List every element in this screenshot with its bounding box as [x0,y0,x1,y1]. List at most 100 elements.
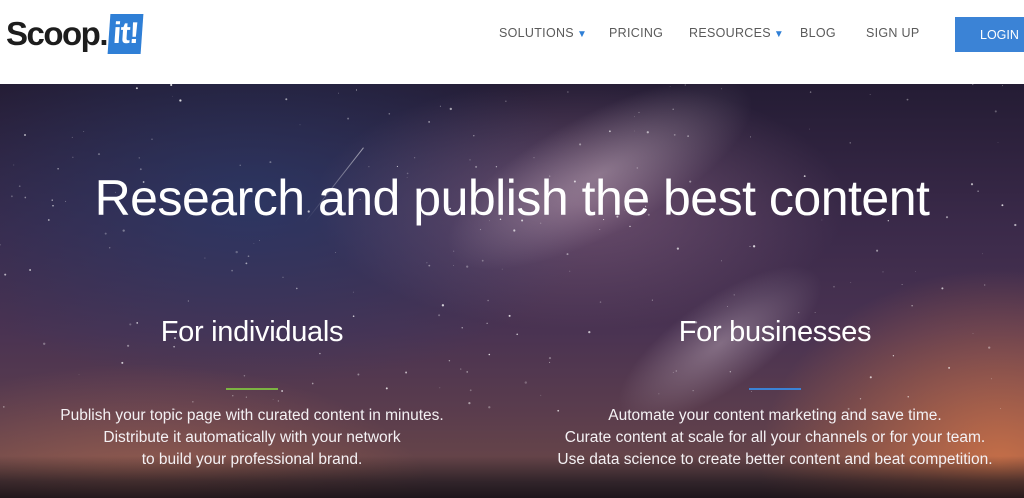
star [439,105,441,107]
star [488,406,491,409]
star [204,257,206,259]
individuals-column: For individuals Publish your topic page … [22,312,482,471]
star [245,262,248,265]
star [566,253,569,256]
star [187,300,189,302]
star [449,107,452,111]
star [638,111,640,114]
businesses-line: Use data science to create better conten… [557,451,993,468]
star [453,250,455,252]
star [170,84,173,87]
caret-down-icon: ▼ [773,29,785,40]
star [179,99,182,102]
star [388,113,391,115]
nav-signup[interactable]: SIGN UP [866,26,920,44]
star [982,253,983,255]
star [97,153,101,156]
star [488,353,491,356]
star [809,91,812,93]
star [634,116,635,118]
star [135,87,138,90]
star [479,228,482,231]
individuals-line: to build your professional brand. [141,451,363,468]
businesses-heading: For businesses [678,316,872,348]
star [505,100,507,102]
star [646,131,649,134]
star [104,232,107,235]
star [984,284,986,286]
star [906,98,909,101]
nav-pricing[interactable]: PRICING [609,26,663,44]
star [833,285,835,288]
star [809,128,810,130]
star [466,265,469,268]
nav-solutions-label: SOLUTIONS [499,26,574,40]
individuals-divider [226,388,278,390]
star [453,264,455,266]
star [151,138,153,140]
star [994,110,997,113]
businesses-line: Automate your content marketing and save… [608,407,942,424]
star [172,95,174,97]
star [2,406,5,408]
star [672,108,674,111]
star [239,164,241,166]
star [684,84,686,86]
star [513,229,516,232]
star [29,269,32,271]
star [247,255,250,258]
star [13,164,15,166]
individuals-description: Publish your topic page with curated con… [22,405,482,471]
star [567,91,569,93]
star [579,143,582,146]
star [533,157,535,159]
star [608,130,611,133]
star [269,161,272,164]
star [24,134,26,136]
star [72,156,74,158]
star [876,249,879,252]
nav-resources[interactable]: RESOURCES ▼ [689,26,784,44]
star [676,247,680,250]
star [721,260,722,262]
hero-title: Research and publish the best content [94,170,930,226]
star [347,117,350,120]
star [469,159,471,161]
individuals-line: Publish your topic page with curated con… [60,407,444,424]
nav-blog[interactable]: BLOG [800,26,836,44]
star [901,284,903,285]
star [296,287,298,290]
star [972,84,974,86]
main-nav: SOLUTIONS ▼ PRICING RESOURCES ▼ BLOG SIGN … [0,0,1024,84]
businesses-column: For businesses Automate your content mar… [520,312,1024,471]
star [727,306,728,307]
nav-solutions[interactable]: SOLUTIONS ▼ [499,26,587,44]
star [1002,85,1003,87]
businesses-line: Curate content at scale for all your cha… [564,429,986,446]
star [720,88,722,90]
star [516,333,519,336]
star [869,93,871,95]
star [849,142,851,144]
login-button[interactable]: LOGIN [955,17,1024,52]
star [335,252,337,253]
star [749,136,751,138]
star [352,291,354,293]
star [733,294,735,296]
star [599,229,601,230]
star [481,259,484,262]
caret-down-icon: ▼ [576,29,588,40]
star [749,245,751,247]
star [413,157,416,159]
star [71,136,73,138]
star [473,134,475,137]
star [752,245,756,248]
star [687,135,689,137]
star [911,305,913,307]
individuals-line: Distribute it automatically with your ne… [103,429,401,446]
star [486,322,488,324]
star [299,124,301,126]
star [83,131,85,132]
star [673,133,676,136]
star [122,229,125,232]
